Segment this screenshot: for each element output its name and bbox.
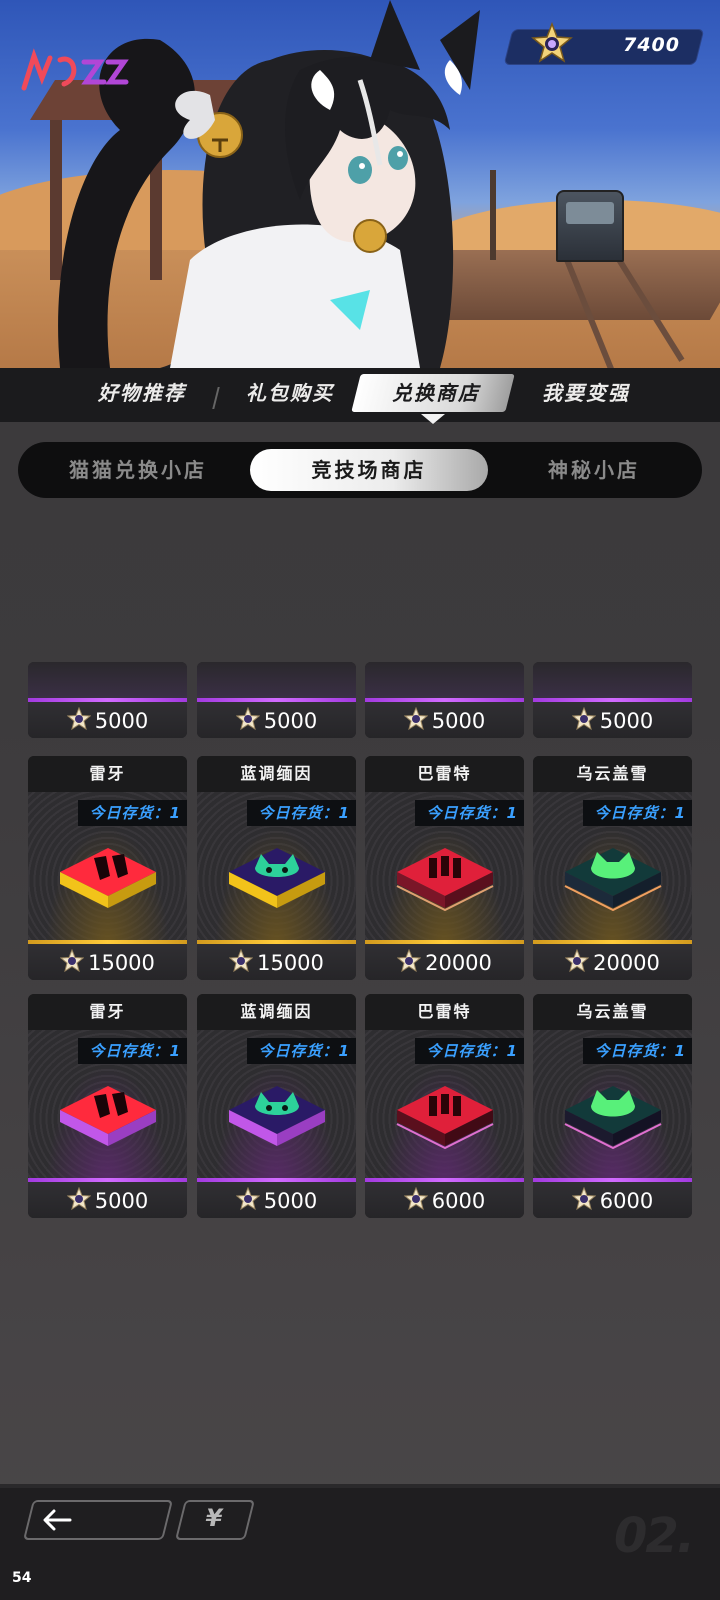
star-coin-icon (571, 707, 596, 731)
star-coin-icon (235, 707, 260, 731)
item-name: 蓝调缅因 (197, 994, 356, 1030)
item-price: 15000 (197, 944, 356, 980)
daily-stock-label: 今日存货：1 (77, 800, 187, 826)
star-coin-icon (565, 949, 590, 973)
daily-stock-label: 今日存货：1 (582, 800, 692, 826)
item-price: 6000 (533, 1182, 692, 1218)
item-price: 5000 (28, 1182, 187, 1218)
item-grid: 5000 5000 5000 5000 雷牙 今日存货：1 15000 蓝调缅因… (0, 662, 720, 1222)
item-art: 今日存货：1 (533, 1030, 692, 1178)
main-tab-bar: 好物推荐 礼包购买 兑换商店 我要变强 (0, 368, 720, 422)
red-boots-icon (60, 1086, 156, 1146)
item-price: 5000 (533, 702, 692, 738)
tab-gift-packs[interactable]: 礼包购买 (220, 368, 360, 422)
fps-counter: 54 (12, 1570, 32, 1586)
shop-item-card[interactable]: 蓝调缅因 今日存货：1 15000 (197, 756, 356, 980)
item-art: 今日存货：1 (28, 1030, 187, 1178)
item-art: 今日存货：1 (365, 1030, 524, 1178)
shop-item-card[interactable]: 巴雷特 今日存货：1 6000 (365, 994, 524, 1218)
item-price: 5000 (28, 702, 187, 738)
daily-stock-label: 今日存货：1 (414, 1038, 524, 1064)
item-art (28, 662, 187, 698)
star-coin-icon (403, 1187, 428, 1211)
item-price: 20000 (365, 944, 524, 980)
shop-item-card[interactable]: 乌云盖雪 今日存货：1 20000 (533, 756, 692, 980)
red-ammo-icon (396, 848, 494, 912)
cat-face-icon (229, 1086, 325, 1146)
shop-item-card[interactable]: 5000 (533, 662, 692, 738)
star-coin-icon (571, 1187, 596, 1211)
green-cat-icon (564, 1086, 662, 1150)
sub-tab-bar: 猫猫兑换小店 竞技场商店 神秘小店 (18, 442, 702, 498)
decorative-fine-print (28, 1544, 308, 1562)
star-coin-icon (235, 1187, 260, 1211)
item-art (533, 662, 692, 698)
item-art: 今日存货：1 (365, 792, 524, 940)
star-coin-icon (229, 949, 254, 973)
item-art (197, 662, 356, 698)
daily-stock-label: 今日存货：1 (246, 800, 356, 826)
item-name: 雷牙 (28, 994, 187, 1030)
item-price: 5000 (365, 702, 524, 738)
game-logo (21, 48, 129, 91)
item-price: 5000 (197, 1182, 356, 1218)
star-coin-icon (531, 22, 573, 63)
item-art: 今日存货：1 (28, 792, 187, 940)
item-art: 今日存货：1 (197, 792, 356, 940)
item-price: 15000 (28, 944, 187, 980)
item-price: 5000 (197, 702, 356, 738)
item-name: 雷牙 (28, 756, 187, 792)
tab-get-stronger[interactable]: 我要变强 (516, 368, 656, 422)
train (556, 190, 624, 262)
shop-item-card[interactable]: 雷牙 今日存货：1 5000 (28, 994, 187, 1218)
shop-item-card[interactable]: 雷牙 今日存货：1 15000 (28, 756, 187, 980)
star-coin-icon (397, 949, 422, 973)
star-coin-icon (66, 1187, 91, 1211)
daily-stock-label: 今日存货：1 (414, 800, 524, 826)
subtab-mystery-shop[interactable]: 神秘小店 (484, 442, 704, 498)
star-coin-icon (66, 707, 91, 731)
daily-stock-label: 今日存货：1 (582, 1038, 692, 1064)
star-coin-icon (403, 707, 428, 731)
item-art: 今日存货：1 (533, 792, 692, 940)
currency-amount: 7400 (623, 34, 680, 56)
shop-item-card[interactable]: 巴雷特 今日存货：1 20000 (365, 756, 524, 980)
item-price: 20000 (533, 944, 692, 980)
shop-item-card[interactable]: 5000 (197, 662, 356, 738)
back-arrow-icon[interactable] (40, 1507, 80, 1533)
star-coin-icon (60, 949, 85, 973)
tab-recommend[interactable]: 好物推荐 (72, 368, 212, 422)
shop-item-card[interactable]: 乌云盖雪 今日存货：1 6000 (533, 994, 692, 1218)
subtab-cat-exchange-shop[interactable]: 猫猫兑换小店 (18, 442, 258, 498)
item-name: 乌云盖雪 (533, 756, 692, 792)
daily-stock-label: 今日存货：1 (77, 1038, 187, 1064)
shop-item-card[interactable]: 5000 (365, 662, 524, 738)
cat-face-icon (229, 848, 325, 908)
yen-label[interactable]: ¥ (194, 1504, 234, 1532)
item-art: 今日存货：1 (197, 1030, 356, 1178)
item-name: 乌云盖雪 (533, 994, 692, 1030)
daily-stock-label: 今日存货：1 (246, 1038, 356, 1064)
green-cat-icon (564, 848, 662, 912)
item-price: 6000 (365, 1182, 524, 1218)
red-boots-icon (60, 848, 156, 908)
shop-item-card[interactable]: 蓝调缅因 今日存货：1 5000 (197, 994, 356, 1218)
item-name: 巴雷特 (365, 994, 524, 1030)
item-name: 蓝调缅因 (197, 756, 356, 792)
item-art (365, 662, 524, 698)
item-name: 巴雷特 (365, 756, 524, 792)
active-tab-caret-icon (421, 414, 445, 424)
red-ammo-icon (396, 1086, 494, 1150)
page-watermark: 02. (614, 1508, 695, 1564)
subtab-arena-shop[interactable]: 竞技场商店 (250, 442, 488, 498)
shop-item-card[interactable]: 5000 (28, 662, 187, 738)
